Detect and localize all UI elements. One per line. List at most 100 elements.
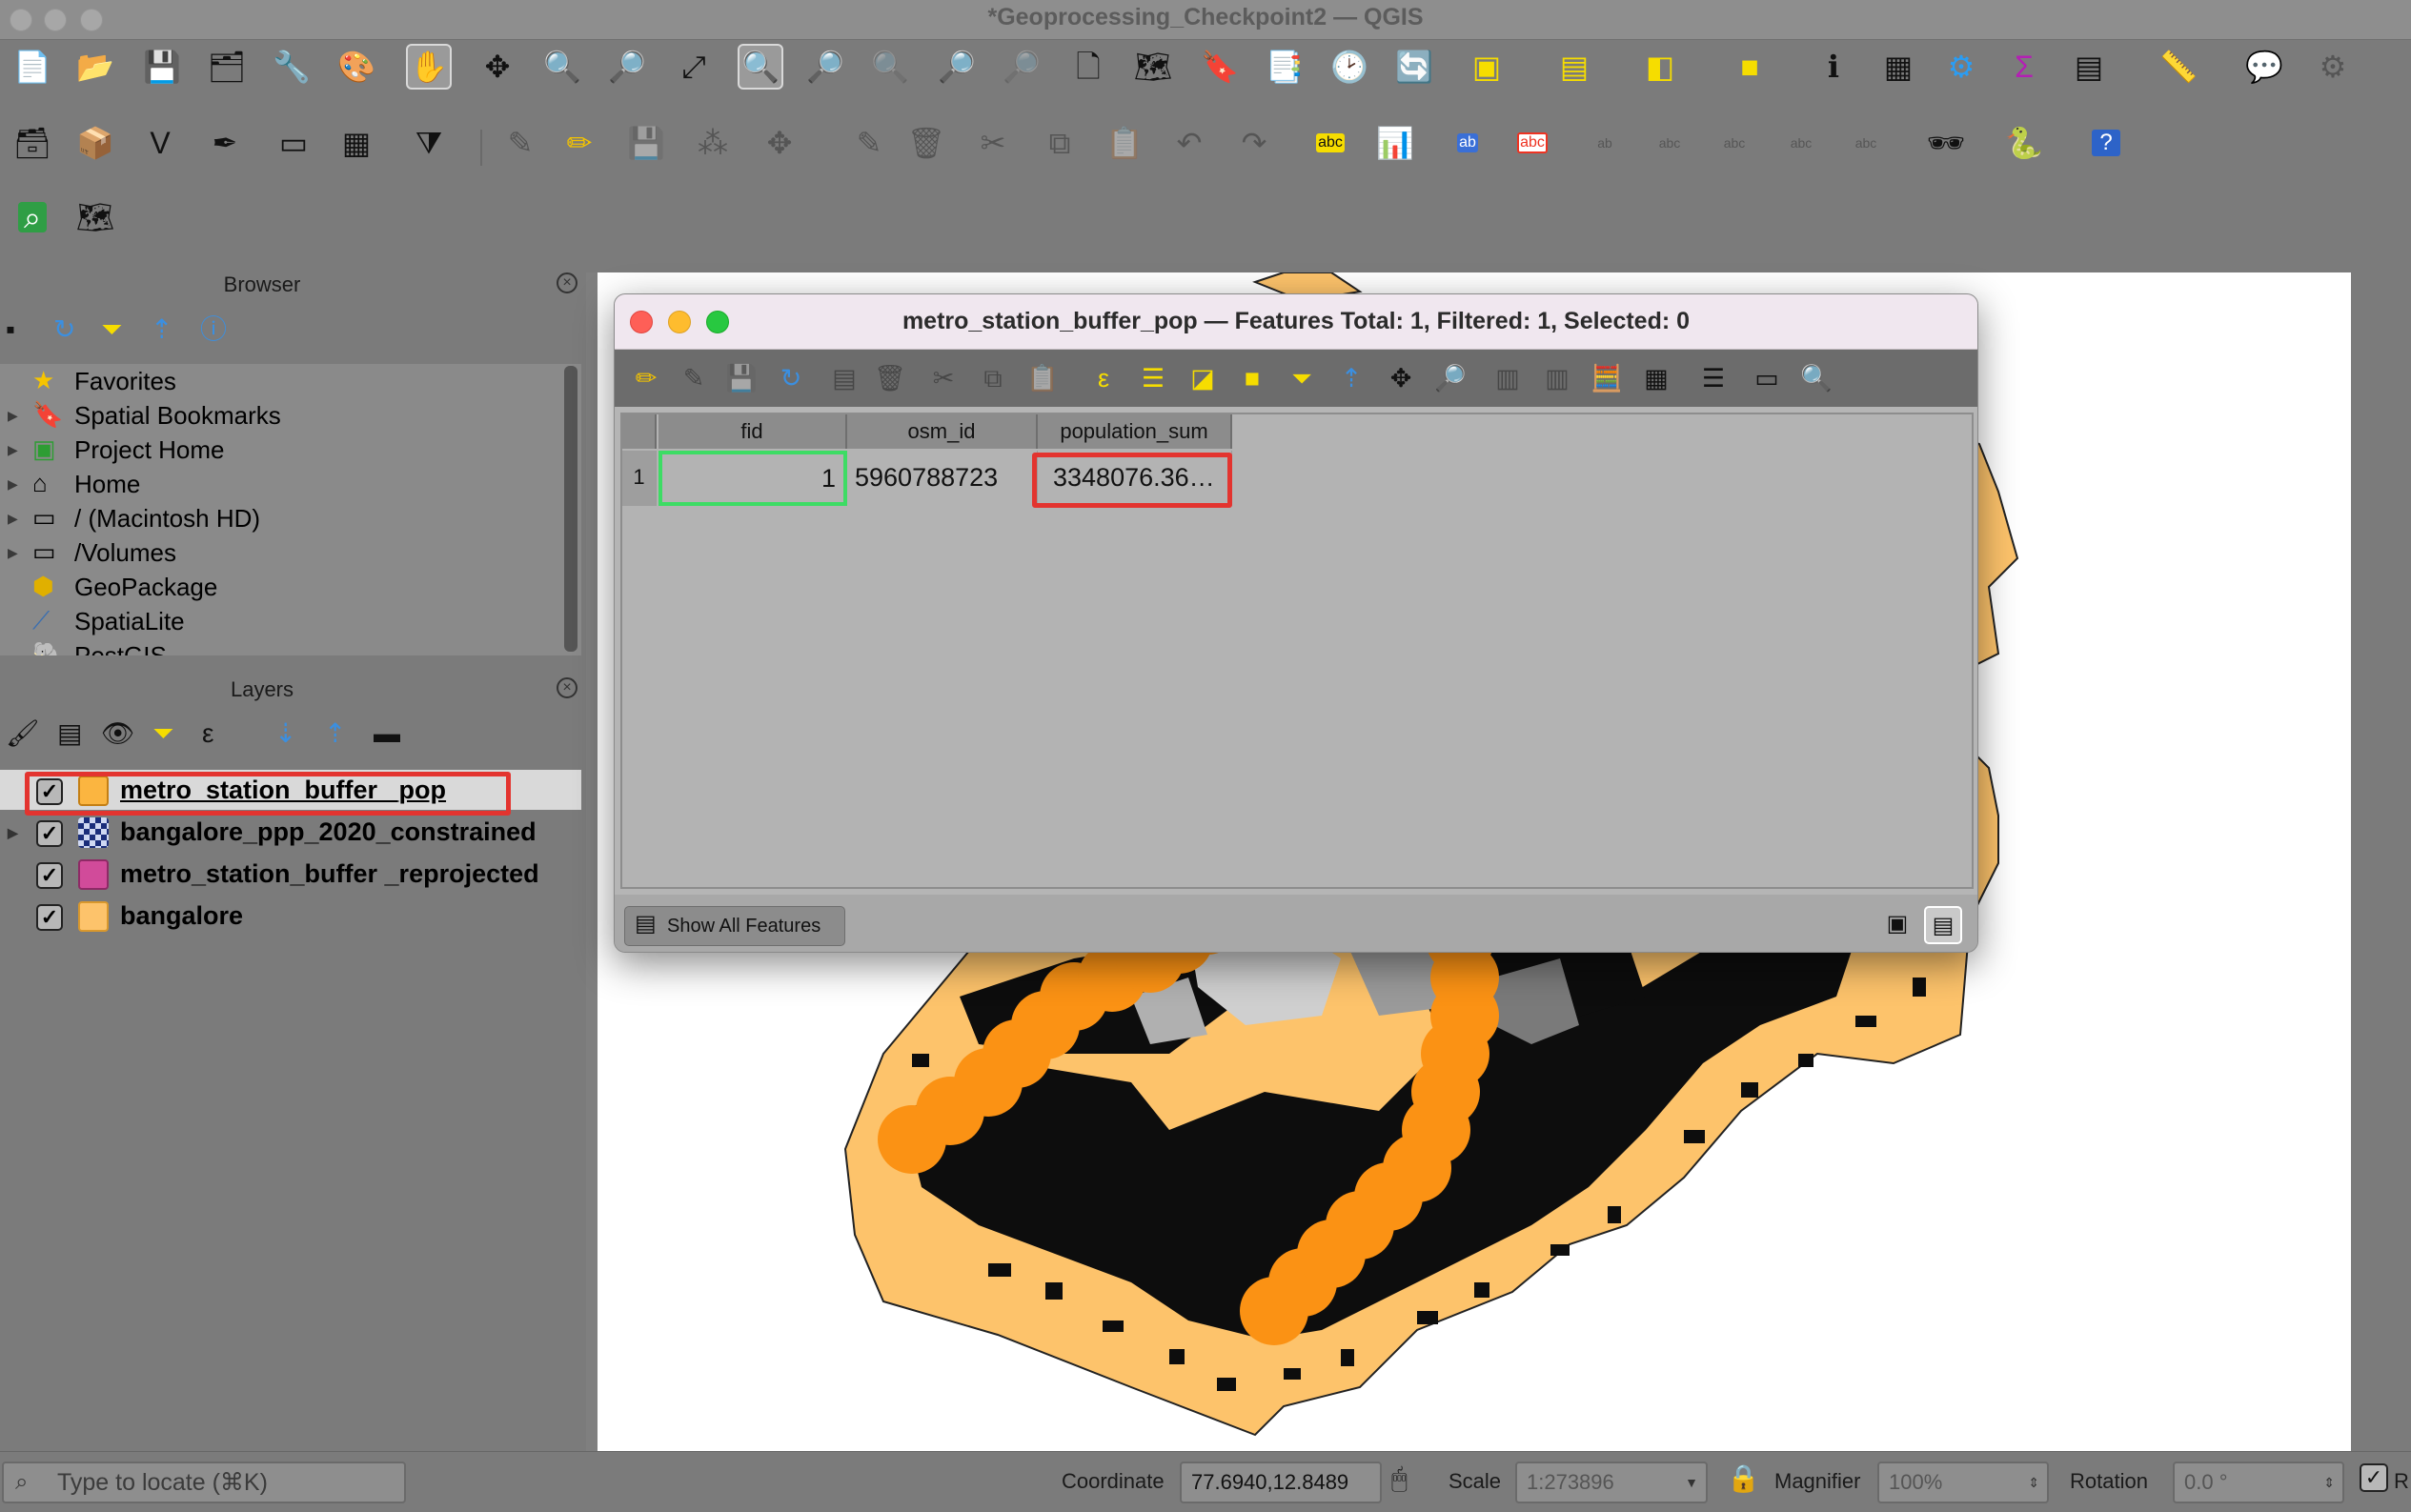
remove-layer-icon[interactable]: ▬ [374,720,400,747]
select-by-value-icon[interactable]: ▤ [1551,44,1597,90]
new-bookmark-icon[interactable]: 🔖 [1197,44,1243,90]
zoom-out-icon[interactable]: 🔎 [604,44,650,90]
identify-icon[interactable]: ℹ [1811,44,1856,90]
redo-icon[interactable]: ↷ [1231,120,1277,166]
zoom-full-icon[interactable]: ⤢ [671,44,717,90]
label-icon[interactable]: abc [1307,120,1353,166]
settings-icon[interactable]: ⚙ [2310,44,2356,90]
actions-icon[interactable]: ☰ [1695,360,1732,396]
filter-select-icon[interactable]: ⏷ [1284,360,1320,396]
form-view-icon[interactable]: ▣ [1878,906,1916,944]
cut-icon[interactable]: ✂ [925,360,962,396]
browser-item-spatialite[interactable]: ⟋ SpatiaLite [0,604,562,638]
zoom-last-icon[interactable]: 🔎 [934,44,980,90]
label-props-icon[interactable]: abc [1843,120,1889,166]
style-manager-icon[interactable]: 🎨 [334,44,379,90]
zoom-to-layer-icon[interactable]: 🔎 [802,44,848,90]
visibility-eye-icon[interactable]: 👁 [101,720,135,747]
dock-table-icon[interactable]: ▭ [1749,360,1785,396]
new-3d-view-icon[interactable]: 🗺 [1130,44,1176,90]
zoom-to-selection-icon[interactable]: 🔎 [1432,360,1469,396]
change-label-icon[interactable]: abc [1778,120,1824,166]
organize-columns-icon[interactable]: 🔍 [1798,360,1834,396]
select-location-icon[interactable]: ■ [1727,44,1773,90]
save-edits-icon[interactable]: 💾 [723,360,760,396]
attribute-table-grid[interactable]: fid osm_id population_sum 1 1 5960788723… [620,413,1974,889]
render-checkbox[interactable]: ✓ [2360,1463,2388,1492]
properties-info-icon[interactable]: ⓘ [200,316,227,343]
column-header-population-sum[interactable]: population_sum [1038,414,1232,449]
show-bookmarks-icon[interactable]: 📑 [1262,44,1307,90]
browser-item-home[interactable]: ▶ ⌂ Home [0,467,562,501]
current-edits-icon[interactable]: ✎ [497,120,543,166]
statistics-icon[interactable]: Σ [2001,44,2047,90]
coordinate-toggle-icon[interactable]: 🖱 [1391,1465,1408,1492]
new-temp-layer-icon[interactable]: ▦ [334,120,379,166]
browser-close-icon[interactable]: × [557,272,577,293]
corner-header[interactable] [622,414,657,449]
browser-item-postgis[interactable]: 🐘 PostGIS [0,638,562,655]
digitize-icon[interactable]: ✒ [202,120,248,166]
refresh-icon[interactable]: ↻ [53,316,75,343]
vertex-tool-icon[interactable]: ⧩ [406,120,452,166]
diagram-icon[interactable]: 📊 [1372,120,1418,166]
annotation-icon[interactable]: 💬 [2241,44,2287,90]
row-header[interactable]: 1 [622,451,657,506]
invert-selection-icon[interactable]: ◪ [1185,360,1221,396]
open-project-icon[interactable]: 📂 [72,44,118,90]
new-vertex-layer-icon[interactable]: V [137,120,183,166]
conditional-formatting-icon[interactable]: ▦ [1638,360,1674,396]
layer-item-bangalore-ppp[interactable]: ▶ ✓ bangalore_ppp_2020_constrained [0,812,581,852]
new-field-icon[interactable]: ▥ [1489,360,1526,396]
filter-icon[interactable]: ⏷ [101,316,122,343]
browser-item-spatial-bookmarks[interactable]: ▶ 🔖 Spatial Bookmarks [0,398,562,433]
select-all-icon[interactable]: ☰ [1135,360,1171,396]
pan-to-selection-icon[interactable]: ✥ [1383,360,1419,396]
paste-icon[interactable]: 📋 [1024,360,1061,396]
deselect-all-icon[interactable]: ■ [1234,360,1270,396]
attribute-table-icon[interactable]: ▦ [1875,44,1921,90]
delete-selected-icon[interactable]: 🗑 [903,120,949,166]
layer-visibility-checkbox[interactable]: ✓ [36,862,63,889]
paste-icon[interactable]: 📋 [1102,120,1147,166]
toggle-editing-icon[interactable]: ✏ [557,120,602,166]
layer-visibility-checkbox[interactable]: ✓ [36,820,63,847]
move-label-icon[interactable]: abc [1647,120,1692,166]
select-features-icon[interactable]: ▣ [1464,44,1509,90]
browser-scrollbar[interactable] [564,366,577,652]
delete-field-icon[interactable]: ▥ [1539,360,1575,396]
python-icon[interactable]: 🐍 [2001,120,2047,166]
undo-icon[interactable]: ↶ [1166,120,1212,166]
table-view-icon[interactable]: ▤ [1924,906,1962,944]
expand-arrow-icon[interactable]: ▶ [8,408,18,424]
browser-item-macintosh-hd[interactable]: ▶ ▭ / (Macintosh HD) [0,501,562,535]
measure-icon[interactable]: 📏 [2156,44,2201,90]
move-feature-icon[interactable]: ✥ [757,120,802,166]
layer-visibility-checkbox[interactable]: ✓ [36,904,63,931]
expand-arrow-icon[interactable]: ▶ [8,545,18,561]
save-project-icon[interactable]: 💾 [139,44,185,90]
data-source-manager-icon[interactable]: 🗃 [10,120,55,166]
delete-feature-icon[interactable]: 🗑 [872,360,908,396]
print-layout-icon[interactable]: 🗂 [204,44,250,90]
field-calculator-icon[interactable]: 🧮 [1589,360,1625,396]
pan-icon[interactable]: ✋ [406,44,452,90]
toggle-editing-icon[interactable]: ✏ [628,360,664,396]
new-project-icon[interactable]: 📄 [10,44,55,90]
deselect-icon[interactable]: ◧ [1637,44,1683,90]
filter-expression-icon[interactable]: ε [202,720,213,747]
open-table-icon[interactable]: ▤ [2066,44,2112,90]
show-label-icon[interactable]: ab [1582,120,1628,166]
expand-arrow-icon[interactable]: ▶ [8,442,18,458]
pan-to-selection-icon[interactable]: ✥ [475,44,520,90]
scale-select[interactable]: 1:273896 ▼ [1515,1462,1708,1503]
plugin-icon[interactable]: 🕶 [1923,120,1969,166]
temporal-controller-icon[interactable]: 🕑 [1327,44,1372,90]
layers-close-icon[interactable]: × [557,677,577,698]
layer-item-bangalore[interactable]: ✓ bangalore [0,896,581,936]
new-virtual-layer-icon[interactable]: ▭ [271,120,316,166]
new-geopackage-icon[interactable]: 📦 [72,120,118,166]
zoom-in-icon[interactable]: 🔍 [539,44,585,90]
zoom-native-icon[interactable]: 🔍 [867,44,913,90]
browser-item-volumes[interactable]: ▶ ▭ /Volumes [0,535,562,570]
